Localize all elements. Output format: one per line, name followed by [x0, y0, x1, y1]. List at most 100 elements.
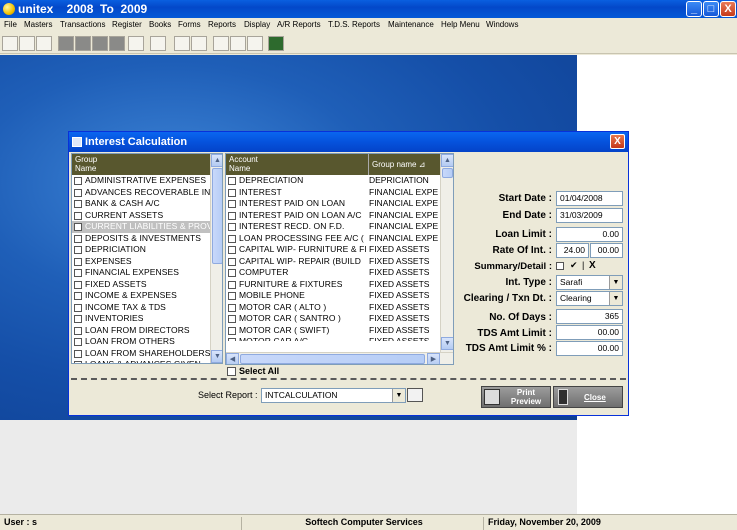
row-checkbox[interactable] [228, 257, 236, 266]
account-row[interactable]: COMPUTER FIXED ASSETS [226, 267, 441, 279]
menu-ar-reports[interactable]: A/R Reports [277, 20, 321, 29]
scroll-up-icon[interactable]: ▲ [211, 154, 222, 167]
row-checkbox[interactable] [228, 200, 236, 208]
account-row[interactable]: MOTOR CAR ( ALTO ) FIXED ASSETS [226, 302, 441, 314]
settings-icon[interactable] [230, 36, 246, 51]
account-row[interactable]: INTEREST FINANCIAL EXPE [226, 187, 441, 199]
scroll-up-icon[interactable]: ▲ [441, 154, 453, 167]
scroll-left-icon[interactable]: ◀ [226, 353, 239, 364]
menu-transactions[interactable]: Transactions [60, 20, 106, 29]
row-checkbox[interactable] [228, 234, 236, 243]
menu-masters[interactable]: Masters [24, 20, 52, 29]
dialog-close-button[interactable]: X [610, 134, 625, 149]
print-preview-button[interactable]: Print Preview [481, 386, 551, 408]
delete-icon[interactable] [36, 36, 52, 51]
row-checkbox[interactable] [228, 223, 236, 231]
menu-file[interactable]: File [4, 20, 17, 29]
row-checkbox[interactable] [74, 361, 82, 363]
row-checkbox[interactable] [228, 303, 236, 312]
rate-field-2[interactable]: 00.00 [590, 243, 623, 258]
report-options-icon[interactable] [407, 388, 423, 402]
group-row[interactable]: CURRENT ASSETS [72, 210, 210, 222]
tds-amt-limit-pct-field[interactable]: 00.00 [556, 341, 623, 356]
reload-icon[interactable] [191, 36, 207, 51]
row-checkbox[interactable] [74, 292, 82, 300]
row-checkbox[interactable] [74, 280, 82, 289]
row-checkbox[interactable] [228, 177, 236, 185]
group-name-column-header[interactable]: Group name ⊿ [368, 154, 441, 175]
no-of-days-field[interactable]: 365 [556, 309, 623, 324]
hscroll-thumb[interactable] [240, 354, 425, 364]
row-checkbox[interactable] [74, 223, 82, 231]
find-icon[interactable] [128, 36, 144, 51]
group-row[interactable]: FIXED ASSETS [72, 279, 210, 291]
menu-display[interactable]: Display [244, 20, 270, 29]
int-type-select[interactable]: Sarafi ▼ [556, 275, 623, 290]
account-row[interactable]: INTEREST PAID ON LOAN A/C FINANCIAL EXPE [226, 210, 441, 222]
scroll-down-icon[interactable]: ▼ [211, 350, 222, 363]
group-row[interactable]: BANK & CASH A/C [72, 198, 210, 210]
close-window-button[interactable]: X [720, 1, 736, 17]
row-checkbox[interactable] [74, 234, 82, 243]
group-row[interactable]: ADVANCES RECOVERABLE IN [72, 187, 210, 199]
row-checkbox[interactable] [74, 338, 82, 346]
next-record-icon[interactable] [92, 36, 108, 51]
row-checkbox[interactable] [74, 257, 82, 266]
row-checkbox[interactable] [228, 269, 236, 277]
menu-maintenance[interactable]: Maintenance [388, 20, 434, 29]
account-row[interactable]: FURNITURE & FIXTURES FIXED ASSETS [226, 279, 441, 291]
clearing-select[interactable]: Clearing ▼ [556, 291, 623, 306]
row-checkbox[interactable] [228, 315, 236, 323]
group-row[interactable]: CURRENT LIABILITIES & PROV [72, 221, 213, 233]
menu-tds-reports[interactable]: T.D.S. Reports [328, 20, 380, 29]
new-icon[interactable] [2, 36, 18, 51]
loan-limit-field[interactable]: 0.00 [556, 227, 623, 242]
scroll-right-icon[interactable]: ▶ [427, 353, 440, 364]
row-checkbox[interactable] [74, 200, 82, 208]
scroll-thumb[interactable] [442, 168, 453, 178]
chevron-down-icon[interactable]: ▼ [609, 292, 622, 305]
menu-windows[interactable]: Windows [486, 20, 518, 29]
edit-icon[interactable] [19, 36, 35, 51]
menu-help[interactable]: Help Menu [441, 20, 480, 29]
row-checkbox[interactable] [74, 211, 82, 220]
group-row[interactable]: FINANCIAL EXPENSES [72, 267, 210, 279]
first-record-icon[interactable] [58, 36, 74, 51]
rate-field-1[interactable]: 24.00 [556, 243, 589, 258]
group-row[interactable]: LOAN FROM DIRECTORS [72, 325, 210, 337]
group-row[interactable]: DEPOSITS & INVESTMENTS [72, 233, 210, 245]
summary-checkbox[interactable] [556, 262, 564, 270]
account-row[interactable]: INTEREST PAID ON LOAN FINANCIAL EXPE [226, 198, 441, 210]
row-checkbox[interactable] [228, 246, 236, 254]
minimize-button[interactable]: _ [686, 1, 702, 17]
menu-reports[interactable]: Reports [208, 20, 236, 29]
tds-amt-limit-field[interactable]: 00.00 [556, 325, 623, 340]
row-checkbox[interactable] [74, 315, 82, 323]
menu-register[interactable]: Register [112, 20, 142, 29]
select-report-select[interactable]: INTCALCULATION ▼ [261, 388, 406, 403]
scroll-down-icon[interactable]: ▼ [441, 337, 453, 350]
account-row[interactable]: CAPITAL WIP- FURNITURE & FI FIXED ASSETS [226, 244, 441, 256]
previous-record-icon[interactable] [75, 36, 91, 51]
row-checkbox[interactable] [228, 326, 236, 335]
close-button[interactable]: Close [553, 386, 623, 408]
group-row[interactable]: LOAN FROM OTHERS [72, 336, 210, 348]
group-row[interactable]: DEPRICIATION [72, 244, 210, 256]
account-grid[interactable]: Account Name Group name ⊿ DEPRECIATION DE… [225, 153, 454, 365]
group-row[interactable]: INVENTORIES [72, 313, 210, 325]
menu-books[interactable]: Books [149, 20, 171, 29]
scroll-thumb[interactable] [212, 168, 222, 264]
row-checkbox[interactable] [228, 211, 236, 220]
group-row[interactable]: LOAN FROM SHAREHOLDERS [72, 348, 210, 360]
row-checkbox[interactable] [228, 338, 236, 341]
refresh-icon[interactable] [174, 36, 190, 51]
last-record-icon[interactable] [109, 36, 125, 51]
group-grid[interactable]: Group Name ADMINISTRATIVE EXPENSES ADVANC… [71, 153, 223, 364]
account-hscrollbar[interactable]: ◀ ▶ [226, 352, 453, 364]
account-row[interactable]: MOTOR CAR ( SANTRO ) FIXED ASSETS [226, 313, 441, 325]
account-name-header[interactable]: Account Name [226, 154, 368, 175]
tools-icon[interactable] [213, 36, 229, 51]
row-checkbox[interactable] [74, 349, 82, 358]
account-row[interactable]: INTEREST RECD. ON F.D. FINANCIAL EXPE [226, 221, 441, 233]
row-checkbox[interactable] [228, 280, 236, 289]
